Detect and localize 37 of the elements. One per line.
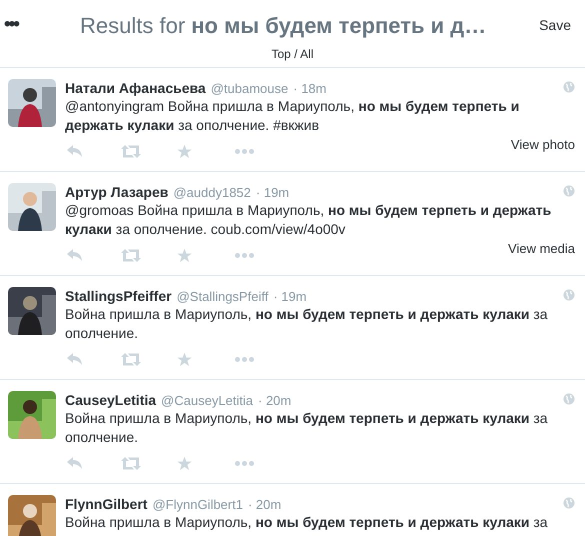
tweet-text: Война пришла в Мариуполь, но мы будем терпеть и держать кулаки за ополчение. bbox=[65, 409, 549, 447]
user-name[interactable]: FlynnGilbert bbox=[65, 495, 148, 513]
tweet-text: Война пришла в Мариуполь, но мы будем терпеть и держать кулаки за ополчение. bbox=[65, 305, 549, 343]
reply-icon[interactable] bbox=[67, 353, 83, 365]
more-icon[interactable] bbox=[235, 460, 254, 466]
page-title: Results for но мы будем терпеть и д… bbox=[80, 12, 488, 40]
reply-icon[interactable] bbox=[67, 249, 83, 261]
user-name[interactable]: CauseyLetitia bbox=[65, 391, 156, 409]
star-icon[interactable] bbox=[177, 248, 192, 262]
user-name[interactable]: Натали Афанасьева bbox=[65, 79, 206, 97]
retweet-icon[interactable] bbox=[121, 248, 141, 262]
retweet-icon[interactable] bbox=[121, 144, 141, 158]
retweet-icon[interactable] bbox=[121, 352, 141, 366]
save-button[interactable]: Save bbox=[539, 15, 585, 36]
view-media-link[interactable]: View media bbox=[508, 239, 575, 258]
more-icon[interactable] bbox=[235, 356, 254, 362]
reply-icon[interactable] bbox=[67, 145, 83, 157]
globe-icon bbox=[563, 185, 575, 197]
star-icon[interactable] bbox=[177, 456, 192, 470]
globe-icon bbox=[563, 289, 575, 301]
more-icon[interactable] bbox=[235, 148, 254, 154]
view-media-link[interactable]: View photo bbox=[510, 135, 575, 154]
user-name[interactable]: Артур Лазарев bbox=[65, 183, 168, 201]
user-name[interactable]: StallingsPfeiffer bbox=[65, 287, 172, 305]
globe-icon bbox=[563, 81, 575, 93]
tweet-text: Война пришла в Мариуполь, но мы будем терпеть и держать кулаки за bbox=[65, 513, 549, 532]
star-icon[interactable] bbox=[177, 352, 192, 366]
more-icon[interactable] bbox=[235, 252, 254, 258]
retweet-icon[interactable] bbox=[121, 456, 141, 470]
menu-button[interactable]: ••• bbox=[0, 11, 80, 40]
reply-icon[interactable] bbox=[67, 457, 83, 469]
tweet-text: @gromoas Война пришла в Мариуполь, но мы будем терпеть и держать кулаки за ополчение. coub.com/view/4o00v bbox=[65, 201, 552, 239]
globe-icon bbox=[563, 497, 575, 509]
tweet-text: @antonyingram Война пришла в Мариуполь, но мы будем терпеть и держать кулаки за ополчение. #вкжив bbox=[65, 97, 520, 135]
filter-link[interactable]: Top / All bbox=[271, 45, 314, 63]
star-icon[interactable] bbox=[177, 144, 192, 158]
globe-icon bbox=[563, 393, 575, 405]
